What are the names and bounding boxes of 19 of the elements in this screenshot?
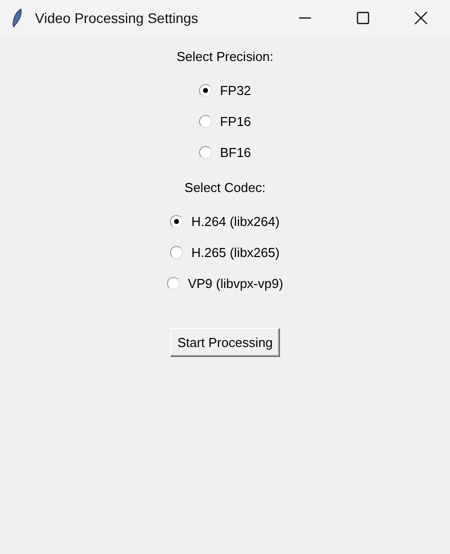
- radio-button[interactable]: [170, 215, 184, 228]
- radio-button[interactable]: [170, 246, 184, 259]
- radio-button[interactable]: [198, 115, 212, 128]
- radio-label[interactable]: H.264 (libx264): [191, 214, 280, 229]
- radio-label[interactable]: BF16: [220, 145, 252, 160]
- group-label: Select Precision:: [176, 48, 274, 66]
- window-title: Video Processing Settings: [35, 10, 200, 26]
- maximize-icon: [356, 11, 370, 25]
- start-processing-button[interactable]: Start Processing: [170, 328, 280, 357]
- radio-button[interactable]: [198, 84, 212, 97]
- radio-label[interactable]: FP32: [220, 83, 252, 98]
- group-label: Select Codec:: [184, 179, 266, 197]
- radio-button[interactable]: [166, 277, 180, 290]
- radio-label[interactable]: FP16: [220, 114, 252, 129]
- radio-label[interactable]: VP9 (libvpx-vp9): [188, 276, 284, 291]
- feather-icon: [11, 8, 23, 28]
- radio-label[interactable]: H.265 (libx265): [191, 245, 280, 260]
- close-icon: [414, 11, 428, 25]
- radio-button[interactable]: [198, 146, 212, 159]
